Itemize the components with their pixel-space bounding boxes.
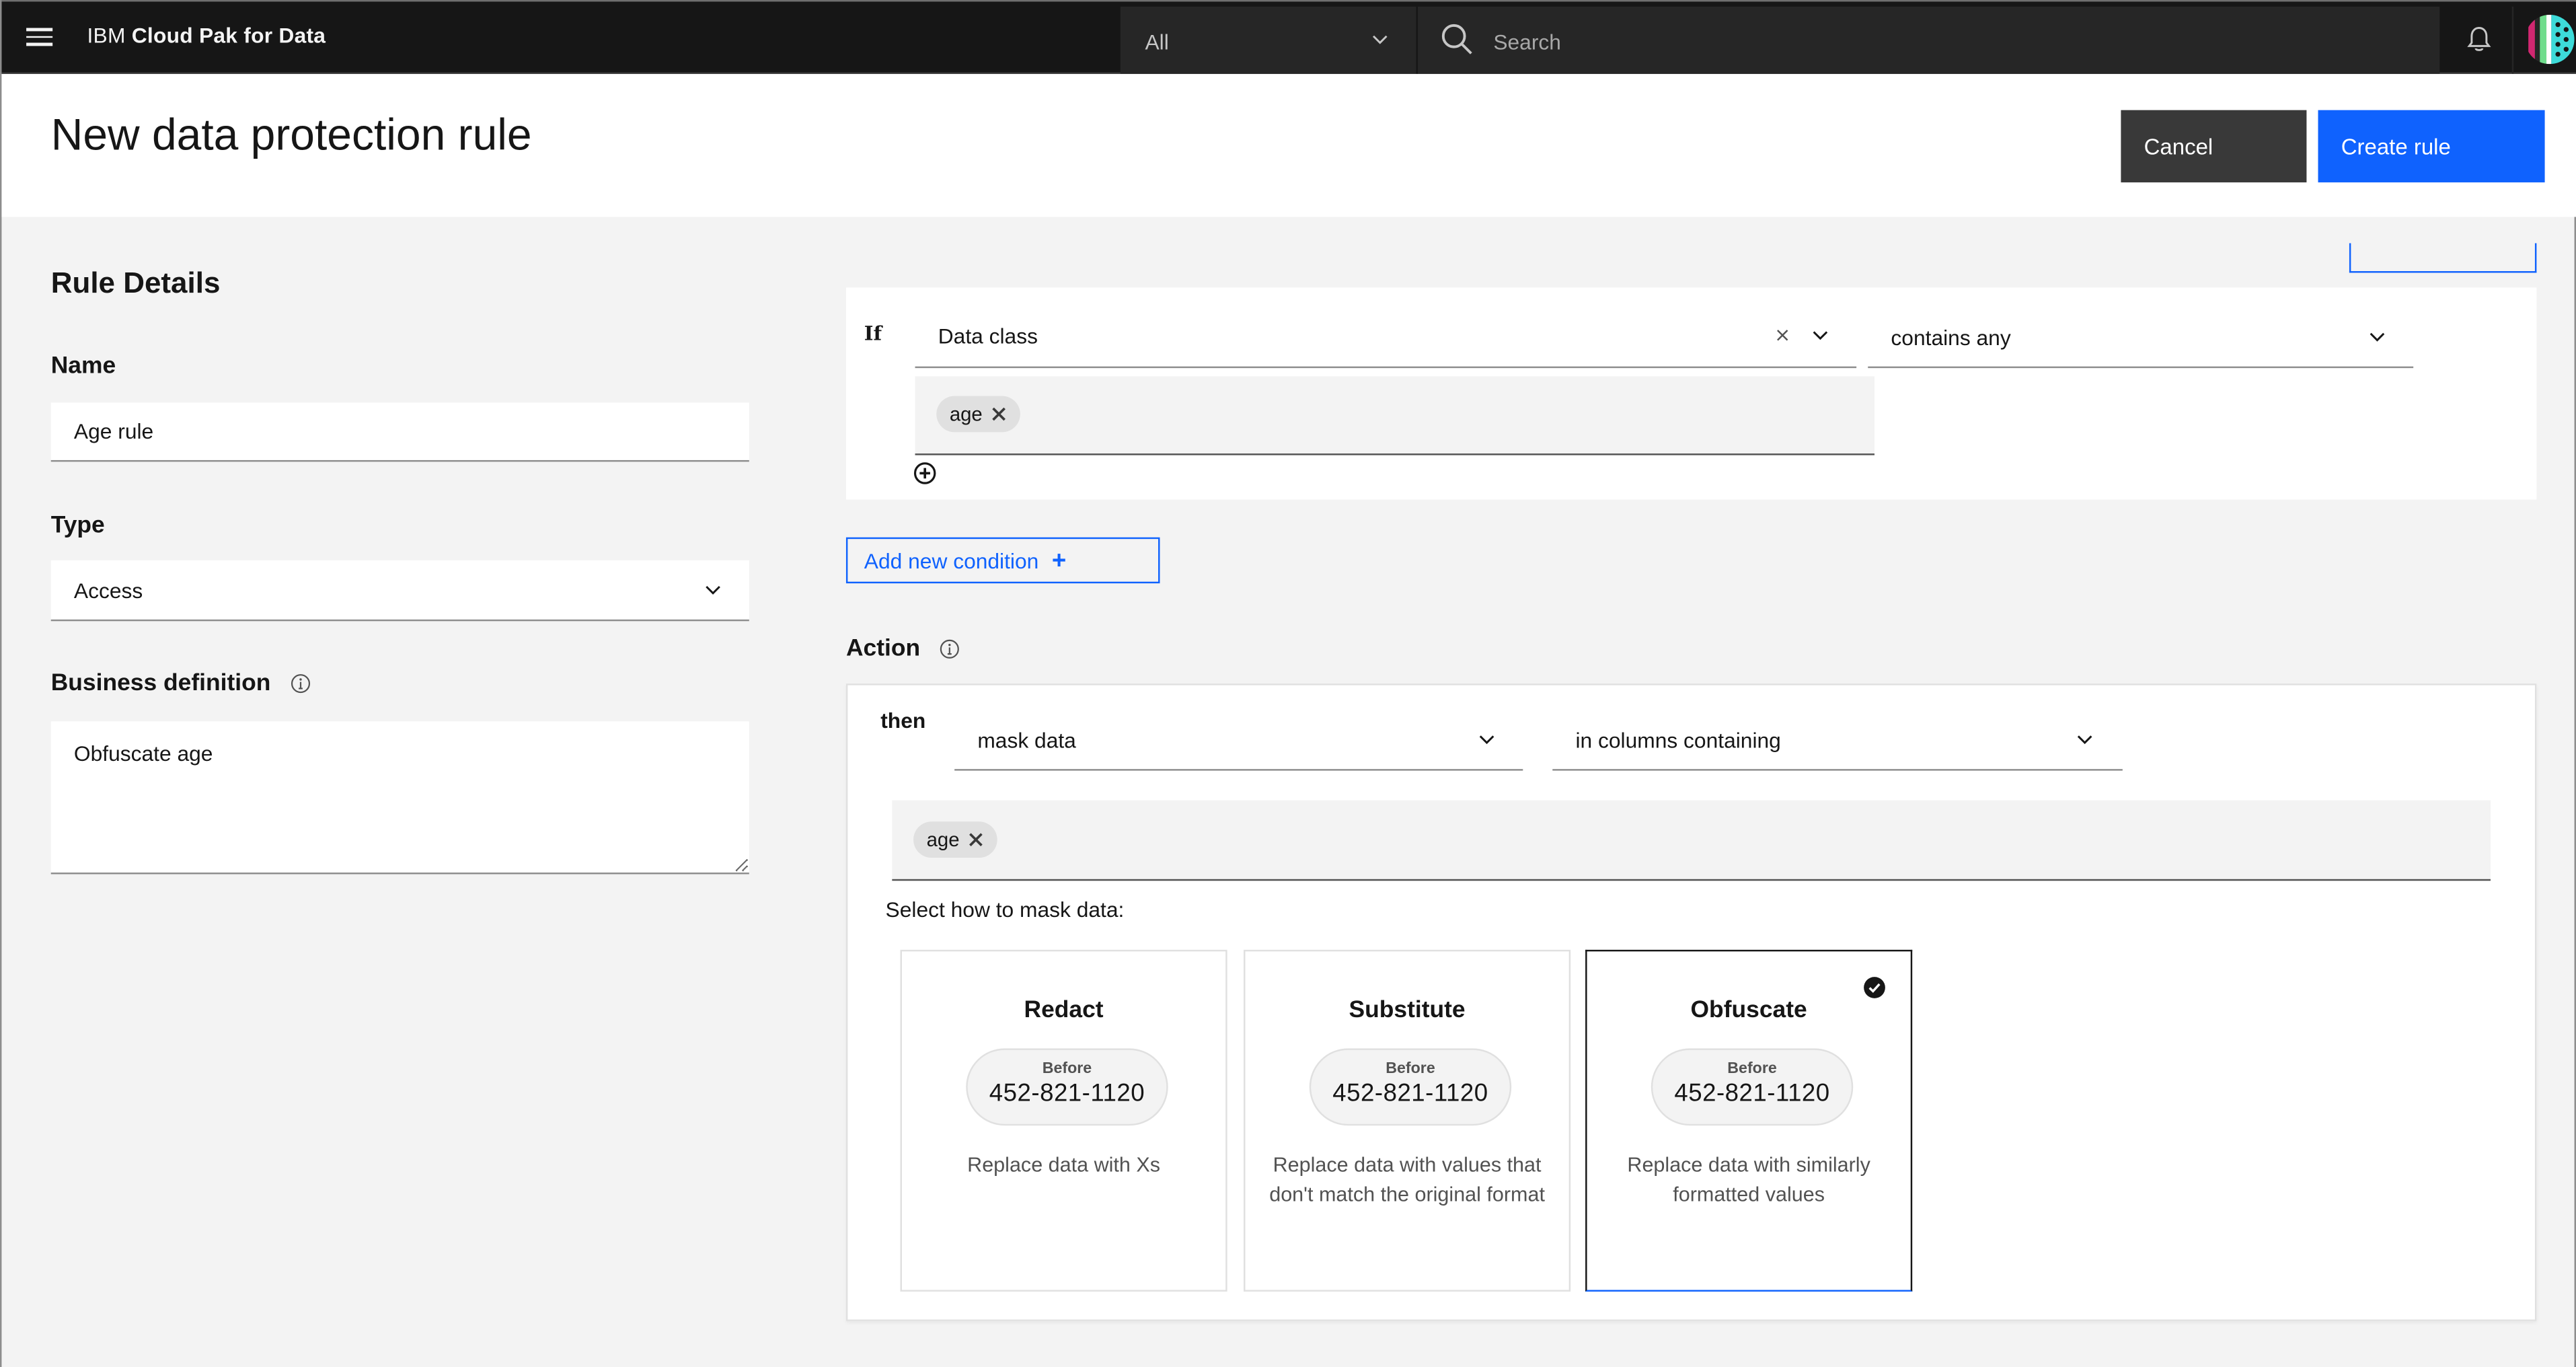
action-heading-text: Action <box>845 636 921 663</box>
action-type-value: mask data <box>977 728 1076 753</box>
before-label: Before <box>1042 1060 1092 1078</box>
type-dropdown[interactable]: Access <box>50 560 749 622</box>
chevron-down-icon <box>2077 735 2092 745</box>
before-label: Before <box>1727 1060 1777 1078</box>
business-definition-field[interactable] <box>50 721 749 875</box>
sample-pill: Before 452-821-1120 <box>1651 1048 1854 1126</box>
chevron-down-icon <box>1479 735 1494 745</box>
product-name: IBM Cloud Pak for Data <box>87 23 326 48</box>
condition-value-tag: age <box>936 396 1020 433</box>
remove-tag-icon[interactable] <box>968 832 984 848</box>
action-type-dropdown[interactable]: mask data <box>954 708 1523 771</box>
if-label: If <box>864 322 882 345</box>
create-rule-button[interactable]: Create rule <box>2318 110 2545 183</box>
collapsed-panel-edge <box>2349 243 2537 273</box>
condition-operator-dropdown[interactable]: contains any <box>1868 303 2414 369</box>
option-description: Replace data with similarly formatted va… <box>1627 1153 1870 1206</box>
brand-prefix: IBM <box>87 23 126 48</box>
business-definition-label-text: Business definition <box>50 670 271 697</box>
action-scope-dropdown[interactable]: in columns containing <box>1552 708 2123 771</box>
sample-value: 452-821-1120 <box>1674 1079 1830 1108</box>
info-icon[interactable] <box>291 674 310 694</box>
condition-panel: If Data class contains any age <box>845 287 2537 500</box>
chevron-down-icon <box>1372 35 1388 44</box>
info-icon[interactable] <box>940 640 960 659</box>
menu-icon[interactable] <box>26 28 53 48</box>
name-label: Name <box>50 353 116 380</box>
option-title: Obfuscate <box>1690 997 1807 1024</box>
action-scope-value: in columns containing <box>1575 728 1781 753</box>
brand-name: Cloud Pak for Data <box>131 23 326 48</box>
condition-values-input[interactable]: age <box>915 376 1875 455</box>
clear-icon[interactable] <box>1774 327 1790 343</box>
then-label: then <box>880 708 926 733</box>
type-label: Type <box>50 513 105 540</box>
mask-option-substitute[interactable]: Substitute Before 452-821-1120 Replace d… <box>1244 949 1571 1292</box>
app-window: IBM Cloud Pak for Data All Search New da… <box>0 0 2576 1367</box>
checkmark-filled-icon <box>1864 977 1885 998</box>
avatar-image <box>2525 14 2575 65</box>
action-heading: Action <box>846 636 960 662</box>
business-definition-label: Business definition <box>51 671 310 697</box>
chevron-down-icon <box>706 585 720 595</box>
mask-option-redact[interactable]: Redact Before 452-821-1120 Replace data … <box>900 949 1227 1292</box>
notification-bell-icon <box>2467 27 2491 51</box>
option-title: Substitute <box>1349 997 1466 1024</box>
plus-icon: + <box>1051 546 1067 575</box>
condition-field-dropdown[interactable]: Data class <box>915 303 1857 369</box>
action-panel: then mask data in columns containing age… <box>845 684 2537 1321</box>
rule-details-heading: Rule Details <box>50 266 221 299</box>
search-scope-dropdown[interactable]: All <box>1120 6 1418 74</box>
sample-value: 452-821-1120 <box>989 1079 1145 1108</box>
search-scope-value: All <box>1145 29 1169 54</box>
cancel-button[interactable]: Cancel <box>2121 110 2307 183</box>
before-label: Before <box>1386 1060 1435 1078</box>
top-navigation-bar: IBM Cloud Pak for Data All <box>1 0 2576 74</box>
sample-value: 452-821-1120 <box>1332 1079 1488 1108</box>
add-new-condition-button[interactable]: Add new condition + <box>845 537 1160 584</box>
search-input[interactable] <box>1490 20 2417 63</box>
condition-operator-value: contains any <box>1891 325 2011 350</box>
user-avatar[interactable] <box>2525 14 2575 65</box>
global-search <box>1417 6 2440 74</box>
add-new-condition-label: Add new condition <box>864 548 1039 573</box>
remove-tag-icon[interactable] <box>991 406 1007 422</box>
option-description: Replace data with Xs <box>967 1153 1161 1177</box>
search-icon <box>1441 24 1472 54</box>
type-value: Access <box>73 578 143 603</box>
option-title: Redact <box>1024 997 1104 1024</box>
name-field[interactable] <box>50 402 749 462</box>
sample-pill: Before 452-821-1120 <box>966 1048 1168 1126</box>
add-value-icon[interactable] <box>913 461 936 484</box>
tag-label: age <box>926 828 960 852</box>
condition-field-value: Data class <box>938 324 1038 348</box>
column-value-tag: age <box>913 821 997 858</box>
mask-method-prompt: Select how to mask data: <box>885 897 1125 922</box>
tag-label: age <box>949 402 983 426</box>
notifications-button[interactable] <box>2446 6 2514 74</box>
action-columns-input[interactable]: age <box>892 800 2491 881</box>
page-title: New data protection rule <box>50 110 532 159</box>
option-description: Replace data with values that don't matc… <box>1269 1153 1545 1206</box>
sample-pill: Before 452-821-1120 <box>1309 1048 1512 1126</box>
page-header: New data protection rule Cancel Create r… <box>1 73 2576 217</box>
mask-option-obfuscate[interactable]: Obfuscate Before 452-821-1120 Replace da… <box>1585 949 1913 1292</box>
chevron-down-icon <box>2370 332 2385 342</box>
chevron-down-icon <box>1813 331 1828 340</box>
